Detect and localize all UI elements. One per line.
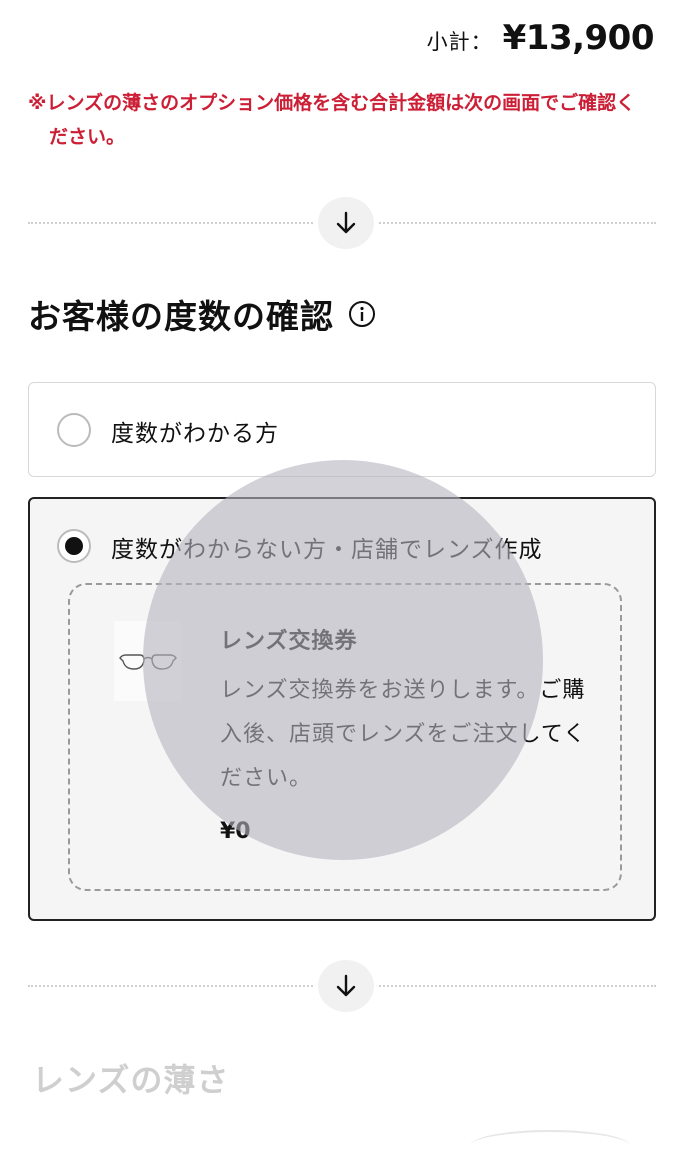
arrow-down-icon bbox=[336, 211, 356, 234]
radio-button-selected[interactable] bbox=[57, 529, 91, 563]
ticket-thumbnail bbox=[114, 621, 182, 701]
subtotal-value: ¥13,900 bbox=[502, 18, 655, 58]
scroll-down-button[interactable] bbox=[314, 193, 378, 253]
radio-dot bbox=[65, 537, 83, 555]
ticket-title: レンズ交換券 bbox=[220, 629, 358, 654]
option-know-prescription[interactable]: 度数がわかる方 bbox=[28, 382, 656, 477]
arrow-down-icon bbox=[336, 974, 356, 997]
subtotal-label: 小計： bbox=[426, 30, 493, 54]
section-title: お客様の度数の確認 bbox=[28, 290, 376, 338]
prescription-title: お客様の度数の確認 bbox=[28, 297, 334, 336]
subtotal: 小計： ¥13,900 bbox=[426, 18, 655, 58]
section-divider bbox=[28, 193, 656, 253]
option-label: 度数がわからない方・店舗でレンズ作成 bbox=[111, 537, 543, 563]
price-notice: ※レンズの薄さのオプション価格を含む合計金額は次の画面でご確認ください。 bbox=[28, 92, 636, 148]
lens-thickness-title: レンズの薄さ bbox=[32, 1061, 230, 1099]
radio-button[interactable] bbox=[57, 413, 91, 447]
section-divider bbox=[28, 956, 656, 1016]
ticket-price: ¥0 bbox=[220, 819, 251, 844]
lens-ticket-card: レンズ交換券 レンズ交換券をお送りします。ご購入後、店頭でレンズをご注文してくだ… bbox=[68, 583, 622, 891]
scroll-down-button[interactable] bbox=[314, 956, 378, 1016]
option-unknown-prescription[interactable]: 度数がわからない方・店舗でレンズ作成 レンズ交換券 レンズ交換券をお送りします。… bbox=[28, 497, 656, 921]
ticket-description: レンズ交換券をお送りします。ご購入後、店頭でレンズをご注文してください。 bbox=[220, 678, 587, 791]
option-preview bbox=[470, 1130, 630, 1162]
option-label: 度数がわかる方 bbox=[111, 421, 279, 447]
glasses-icon bbox=[119, 654, 177, 670]
info-icon[interactable] bbox=[348, 300, 376, 328]
